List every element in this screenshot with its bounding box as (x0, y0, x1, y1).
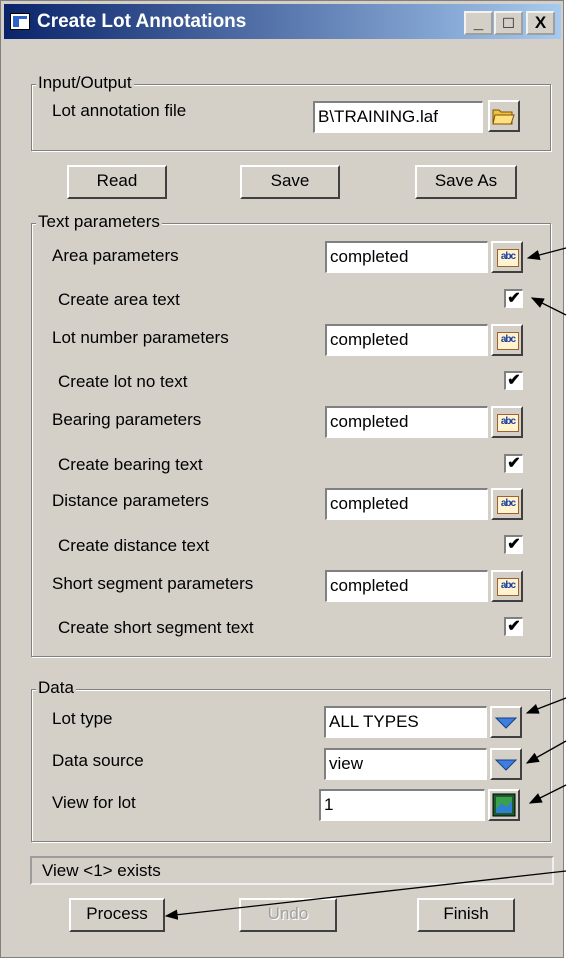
annotation-arrow (525, 740, 567, 764)
annotation-arrows (164, 247, 567, 920)
annotation-arrow (525, 697, 567, 714)
annotation-arrow (164, 870, 567, 920)
annotation-arrow (526, 247, 567, 261)
annotation-arrow (528, 784, 567, 804)
annotation-arrow (530, 297, 567, 316)
